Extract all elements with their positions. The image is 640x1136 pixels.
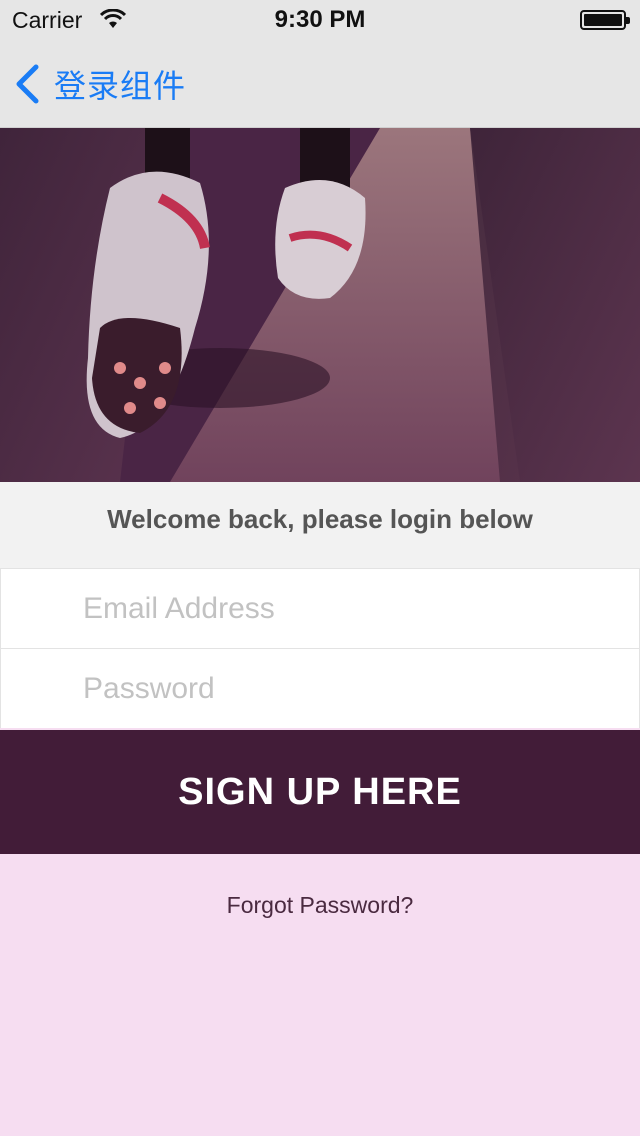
clock: 9:30 PM [274, 6, 366, 33]
navigation-bar: 登录组件 [0, 40, 640, 128]
email-field-container [0, 568, 640, 649]
status-bar: Carrier 9:30 PM [0, 0, 640, 40]
sign-up-button[interactable]: SIGN UP HERE [0, 730, 640, 854]
battery-icon [580, 10, 630, 30]
password-field[interactable] [83, 649, 623, 729]
email-field[interactable] [83, 569, 623, 649]
forgot-password-link[interactable]: Forgot Password? [0, 892, 640, 919]
running-shoes-image [0, 128, 640, 482]
welcome-message: Welcome back, please login below [0, 482, 640, 568]
chevron-left-icon [16, 64, 39, 104]
password-field-container [0, 648, 640, 729]
back-button[interactable]: 登录组件 [14, 62, 186, 106]
back-label: 登录组件 [54, 67, 187, 105]
hero-image [0, 128, 640, 482]
